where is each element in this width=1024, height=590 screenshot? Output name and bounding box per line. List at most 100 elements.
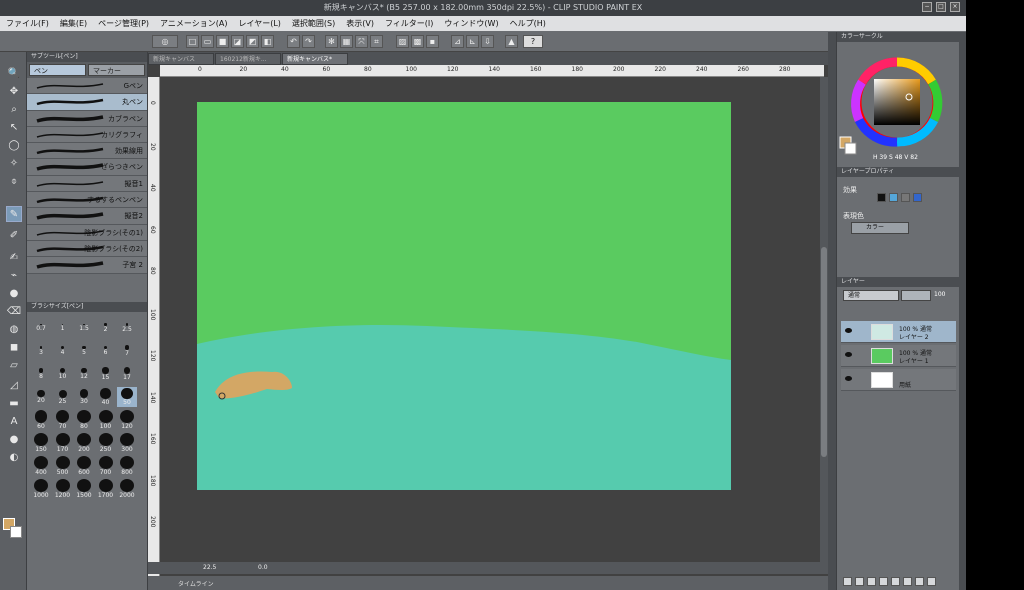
- brush-size-option[interactable]: 17: [117, 364, 137, 384]
- new-file-icon[interactable]: □: [186, 35, 199, 48]
- brush-size-option[interactable]: 2: [96, 318, 116, 338]
- brush-size-option[interactable]: 700: [96, 456, 116, 476]
- brush-size-option[interactable]: 800: [117, 456, 137, 476]
- menu-item-2[interactable]: ページ管理(P): [98, 18, 149, 29]
- brush-size-option[interactable]: 80: [74, 410, 94, 430]
- correct-line-icon[interactable]: ◐: [6, 450, 22, 466]
- ruler-layer-button[interactable]: [915, 577, 924, 586]
- clear-icon[interactable]: ▦: [340, 35, 353, 48]
- brush-size-option[interactable]: 500: [53, 456, 73, 476]
- lasso-icon[interactable]: ◧: [261, 35, 274, 48]
- rotate-icon[interactable]: ✻: [325, 35, 338, 48]
- brush-size-option[interactable]: 0.7: [31, 318, 51, 338]
- fill-tool-icon[interactable]: ◍: [6, 322, 22, 338]
- copy-layer-button[interactable]: [879, 577, 888, 586]
- close-button[interactable]: ×: [950, 2, 960, 12]
- zoom-value[interactable]: 22.5: [203, 564, 216, 571]
- pen-tool-icon[interactable]: ✎: [6, 206, 22, 222]
- brush-size-option[interactable]: 40: [96, 387, 116, 407]
- brush-size-option[interactable]: 1: [53, 318, 73, 338]
- operation-tool-icon[interactable]: ↖: [6, 120, 22, 136]
- layer-row[interactable]: 100 % 通常 レイヤー 2: [841, 321, 956, 343]
- sub-color-swatch[interactable]: [10, 526, 22, 538]
- pencil-tool-icon[interactable]: ✐: [6, 228, 22, 244]
- eye-icon[interactable]: [845, 352, 852, 357]
- brush-size-option[interactable]: 4: [53, 341, 73, 361]
- balloon-icon[interactable]: ●: [6, 432, 22, 448]
- menu-item-3[interactable]: アニメーション(A): [160, 18, 227, 29]
- frame-icon[interactable]: ◿: [6, 378, 22, 394]
- menu-item-5[interactable]: 選択範囲(S): [292, 18, 335, 29]
- layer-color-button[interactable]: [913, 193, 922, 202]
- tab-pen[interactable]: ペン: [29, 64, 86, 76]
- select-tool-icon[interactable]: ◩: [246, 35, 259, 48]
- eyedropper-icon[interactable]: ⌽: [6, 174, 22, 190]
- text-tool-icon[interactable]: A: [6, 414, 22, 430]
- opacity-slider[interactable]: [901, 290, 931, 301]
- move-tool-icon[interactable]: ✥: [6, 84, 22, 100]
- figure-icon[interactable]: ▱: [6, 358, 22, 374]
- cap-icon[interactable]: ▲: [505, 35, 518, 48]
- delete-layer-button[interactable]: [927, 577, 936, 586]
- ruler-tool-icon[interactable]: ▪: [426, 35, 439, 48]
- brush-item[interactable]: 擬音1: [27, 175, 147, 193]
- brush-tool-icon[interactable]: ✍: [6, 250, 22, 266]
- save-icon[interactable]: ■: [216, 35, 229, 48]
- snap-ruler-icon[interactable]: ⊾: [466, 35, 479, 48]
- menu-item-7[interactable]: フィルター(I): [385, 18, 433, 29]
- angle-value[interactable]: 0.0: [258, 564, 268, 571]
- auto-select-icon[interactable]: ✧: [6, 156, 22, 172]
- brush-size-option[interactable]: 15: [96, 364, 116, 384]
- expression-color-select[interactable]: カラー: [851, 222, 909, 234]
- brush-size-option[interactable]: 120: [117, 410, 137, 430]
- brush-size-option[interactable]: 1700: [96, 479, 116, 499]
- help-icon[interactable]: ?: [523, 35, 543, 48]
- zoom-tool-icon[interactable]: 🔍: [6, 66, 22, 82]
- magnifier-icon[interactable]: ⌕: [6, 102, 22, 118]
- gradient-icon[interactable]: ◼: [6, 340, 22, 356]
- brush-item[interactable]: 陰影ブラシ(その2): [27, 240, 147, 258]
- brush-item[interactable]: 陰影ブラシ(その1): [27, 224, 147, 241]
- brush-item[interactable]: カリグラフィ: [27, 126, 147, 144]
- tone-effect-button[interactable]: [889, 193, 898, 202]
- undo-icon[interactable]: ↶: [287, 35, 300, 48]
- brush-size-option[interactable]: 200: [74, 433, 94, 453]
- flip-icon[interactable]: ▩: [411, 35, 424, 48]
- brush-size-option[interactable]: 25: [53, 387, 73, 407]
- menu-item-9[interactable]: ヘルプ(H): [510, 18, 546, 29]
- timeline-tab[interactable]: タイムライン: [178, 579, 214, 588]
- color-wheel-icon[interactable]: [837, 42, 960, 167]
- layer-row[interactable]: 用紙: [841, 369, 956, 391]
- lasso-tool-icon[interactable]: ◯: [6, 138, 22, 154]
- brush-item[interactable]: 丸ペン: [27, 94, 147, 111]
- blend-mode-select[interactable]: 通常: [843, 290, 899, 301]
- mask-button[interactable]: [903, 577, 912, 586]
- snap-line-icon[interactable]: ⊿: [451, 35, 464, 48]
- drawing-canvas[interactable]: [197, 102, 731, 490]
- brush-size-option[interactable]: 250: [96, 433, 116, 453]
- brush-size-option[interactable]: 100: [96, 410, 116, 430]
- brush-size-option[interactable]: 20: [31, 387, 51, 407]
- redo-icon[interactable]: ↷: [302, 35, 315, 48]
- fill-icon[interactable]: ▨: [396, 35, 409, 48]
- brush-size-option[interactable]: 12: [74, 364, 94, 384]
- clip-studio-icon[interactable]: ◎: [152, 35, 178, 48]
- new-folder-button[interactable]: [867, 577, 876, 586]
- brush-size-option[interactable]: 150: [31, 433, 51, 453]
- brush-size-option[interactable]: 30: [74, 387, 94, 407]
- brush-item[interactable]: Gペン: [27, 78, 147, 95]
- export-icon[interactable]: ◪: [231, 35, 244, 48]
- brush-size-option[interactable]: 1500: [74, 479, 94, 499]
- airbrush-icon[interactable]: ⌁: [6, 268, 22, 284]
- brush-size-option[interactable]: 400: [31, 456, 51, 476]
- brush-size-option[interactable]: 3: [31, 341, 51, 361]
- brush-item[interactable]: 子宮 2: [27, 257, 147, 274]
- layer-row[interactable]: 100 % 通常 レイヤー 1: [841, 345, 956, 367]
- menu-item-4[interactable]: レイヤー(L): [238, 18, 280, 29]
- brush-item[interactable]: するするペンペン: [27, 192, 147, 209]
- extract-line-button[interactable]: [901, 193, 910, 202]
- snap-special-icon[interactable]: ⇩: [481, 35, 494, 48]
- brush-size-option[interactable]: 70: [53, 410, 73, 430]
- brush-size-option[interactable]: 8: [31, 364, 51, 384]
- minimize-button[interactable]: −: [922, 2, 932, 12]
